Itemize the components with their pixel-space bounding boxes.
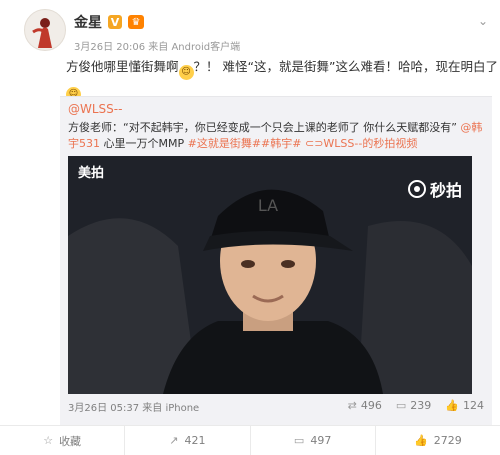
- repost-text-prefix: 方俊老师：“对不起韩宇，你已经变成一个只会上课的老师了 你什么天赋都没有”: [68, 121, 457, 134]
- repost-comment-count: 239: [410, 399, 432, 412]
- video-thumbnail[interactable]: LA 美拍 秒拍: [68, 156, 472, 394]
- repost-repost-count: 496: [360, 399, 382, 412]
- emoji-wink-icon: ☺: [178, 65, 194, 80]
- repost-username[interactable]: @WLSS--: [68, 102, 122, 116]
- miaopai-watermark: 秒拍: [407, 177, 462, 201]
- favorite-label: 收藏: [59, 434, 82, 448]
- repost-card: @WLSS-- 方俊老师：“对不起韩宇，你已经变成一个只会上课的老师了 你什么天…: [60, 96, 492, 425]
- like-count: 2729: [433, 434, 462, 447]
- chevron-down-icon[interactable]: ⌄: [478, 14, 488, 28]
- star-icon: ☆: [43, 434, 54, 447]
- repost-comment-button[interactable]: ▭ 239: [396, 399, 431, 412]
- like-button[interactable]: 👍 2729: [376, 426, 500, 455]
- repost-meta: 3月26日 05:37 来自 iPhone: [68, 403, 200, 414]
- repost-like-button[interactable]: 👍 124: [445, 399, 484, 412]
- action-bar: ☆ 收藏 ↗ 421 ▭ 497 👍 2729: [0, 425, 500, 455]
- topic-tags-link[interactable]: #这就是街舞##韩宇#: [188, 137, 302, 150]
- favorite-button[interactable]: ☆ 收藏: [0, 426, 126, 455]
- post-text-part-1: 方俊他哪里懂街舞啊: [66, 59, 179, 74]
- author-avatar[interactable]: [24, 9, 66, 51]
- post-text-part-2: ？！ 难怪“这，就是街舞”这么难看！哈哈，现在明白了！: [193, 59, 500, 74]
- verified-icon: V: [108, 15, 122, 29]
- meipai-watermark: 美拍: [78, 166, 105, 181]
- video-link[interactable]: ⊂⊃WLSS--的秒拍视频: [305, 137, 417, 150]
- repost-text: 方俊老师：“对不起韩宇，你已经变成一个只会上课的老师了 你什么天赋都没有” @韩…: [68, 120, 486, 152]
- post-meta: 3月26日 20:06 来自 Android客户端: [74, 42, 241, 53]
- comment-icon: ▭: [395, 399, 407, 412]
- thumbs-up-icon: 👍: [414, 434, 428, 447]
- svg-text:LA: LA: [258, 196, 278, 215]
- repost-actions: ⇄ 496 ▭ 239 👍 124: [348, 399, 484, 412]
- comment-icon: ▭: [293, 434, 305, 447]
- repost-like-count: 124: [463, 399, 484, 412]
- thumbs-up-icon: 👍: [445, 399, 459, 412]
- share-icon: ↗: [169, 434, 179, 447]
- miaopai-logo-icon: [407, 180, 426, 198]
- author-name[interactable]: 金星: [74, 12, 102, 32]
- vip-crown-icon: ♛: [128, 15, 144, 29]
- repost-icon: ⇄: [347, 399, 357, 412]
- repost-text-mid: 心里一万个MMP: [100, 137, 188, 150]
- miaopai-watermark-text: 秒拍: [429, 181, 462, 200]
- comment-count: 497: [310, 434, 332, 447]
- comment-button[interactable]: ▭ 497: [251, 426, 376, 455]
- repost-count: 421: [184, 434, 206, 447]
- repost-button[interactable]: ↗ 421: [125, 426, 251, 455]
- repost-repost-button[interactable]: ⇄ 496: [348, 399, 382, 412]
